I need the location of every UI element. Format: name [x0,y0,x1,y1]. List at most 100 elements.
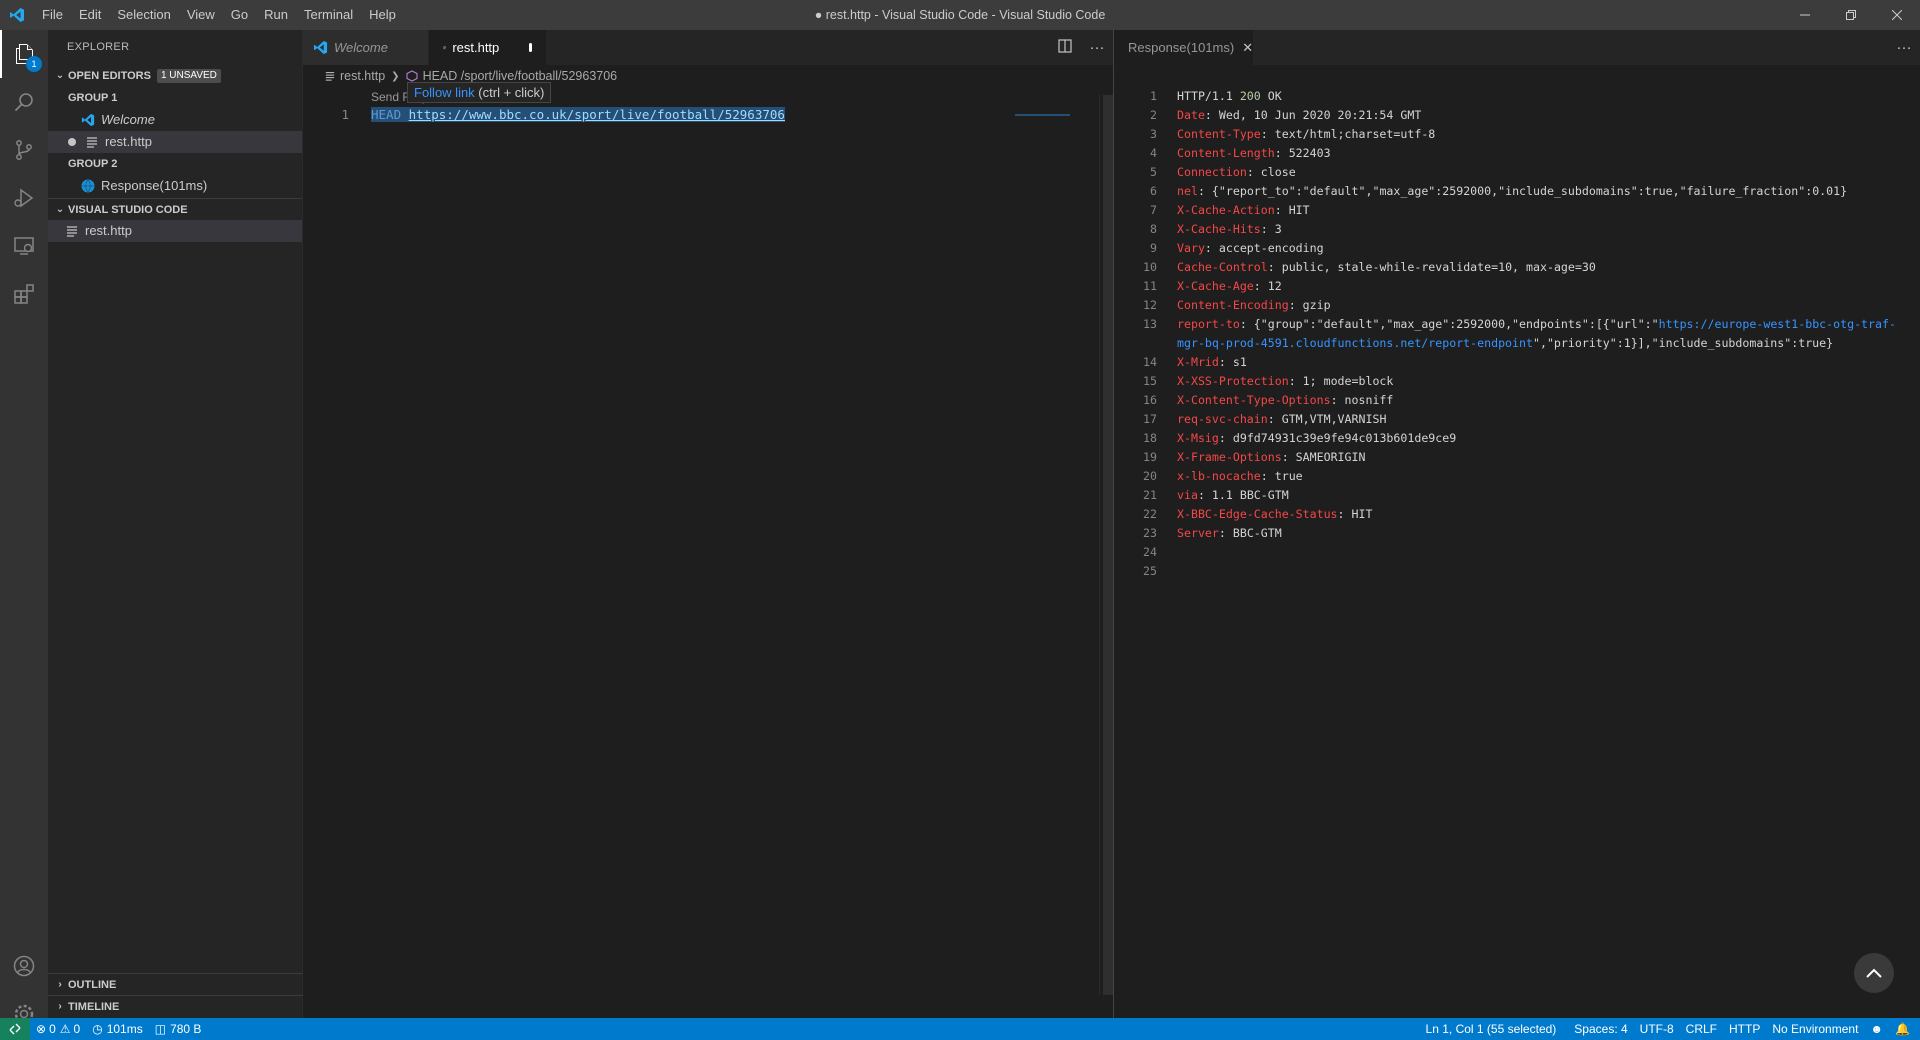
response-line[interactable]: 24 [1114,543,1914,562]
notifications-button[interactable]: 🔔 [1889,1018,1920,1040]
menu-view[interactable]: View [179,0,223,30]
editor-scrollbar[interactable] [1099,95,1113,995]
close-window-button[interactable] [1874,0,1920,30]
remote-explorer-button[interactable] [0,222,48,270]
response-line[interactable]: 9 Vary: accept-encoding [1114,239,1914,258]
tab-response[interactable]: Response(101ms) ✕ [1114,30,1254,65]
editor-group-1: Welcome rest.http ··· rest.http ❯ HEAD /… [303,30,1113,1018]
response-line[interactable]: 4 Content-Length: 522403 [1114,144,1914,163]
chevron-down-icon: ⌄ [55,203,65,215]
header-value: 522403 [1288,146,1331,160]
response-line[interactable]: 12 Content-Encoding: gzip [1114,296,1914,315]
encoding[interactable]: UTF-8 [1634,1018,1680,1040]
menu-selection[interactable]: Selection [109,0,178,30]
search-button[interactable] [0,78,48,126]
response-line[interactable]: 23 Server: BBC-GTM [1114,524,1914,543]
workspace-header[interactable]: ⌄ VISUAL STUDIO CODE [48,198,302,220]
response-line[interactable]: 25 [1114,562,1914,581]
header-value: HIT [1351,507,1373,521]
more-actions-button[interactable]: ··· [1081,39,1113,56]
open-editor-label: Welcome [101,112,155,127]
request-url-link[interactable]: https://www.bbc.co.uk/sport/live/footbal… [408,107,785,122]
response-line[interactable]: 3 Content-Type: text/html;charset=utf-8 [1114,125,1914,144]
source-control-button[interactable] [0,126,48,174]
line-number: 14 [1143,355,1157,369]
menu-run[interactable]: Run [256,0,296,30]
follow-link[interactable]: Follow link [414,85,475,100]
response-line[interactable]: 16 X-Content-Type-Options: nosniff [1114,391,1914,410]
end-of-line[interactable]: CRLF [1680,1018,1723,1040]
extensions-button[interactable] [0,270,48,318]
response-line[interactable]: 10 Cache-Control: public, stale-while-rev… [1114,258,1914,277]
warning-icon: ⚠ [59,1022,71,1036]
code-line[interactable]: 1 HEAD https://www.bbc.co.uk/sport/live/… [303,105,1103,124]
unsaved-dot-icon[interactable] [529,43,532,52]
line-text: Content-Type: text/html;charset=utf-8 [1177,127,1436,141]
breadcrumb-symbol[interactable]: HEAD /sport/live/football/52963706 [423,69,618,83]
response-line[interactable]: 11 X-Cache-Age: 12 [1114,277,1914,296]
explorer-badge: 1 [26,56,42,72]
response-line[interactable]: 17 req-svc-chain: GTM,VTM,VARNISH [1114,410,1914,429]
accounts-button[interactable] [0,942,48,990]
menu-go[interactable]: Go [223,0,256,30]
header-name: X-Frame-Options [1177,450,1282,464]
open-editor-label: Response(101ms) [101,178,208,193]
open-editor-response[interactable]: Response(101ms) [48,175,302,197]
outline-header[interactable]: › OUTLINE [48,974,303,996]
feedback-button[interactable]: ☻ [1864,1018,1889,1040]
explorer-button[interactable]: 1 [0,30,48,78]
more-actions-button[interactable]: ··· [1888,39,1920,56]
workspace-file-rest-http[interactable]: rest.http [48,220,302,242]
problems-indicator[interactable]: ⊗ 0 ⚠ 0 [30,1018,86,1040]
menu-file[interactable]: File [34,0,71,30]
header-name: x-lb-nocache [1177,469,1261,483]
response-line[interactable]: 7 X-Cache-Action: HIT [1114,201,1914,220]
line-text: Date: Wed, 10 Jun 2020 20:21:54 GMT [1177,108,1422,122]
split-editor-button[interactable] [1049,38,1081,57]
header-value: accept-encoding [1218,241,1324,255]
restore-button[interactable] [1828,0,1874,30]
response-line[interactable]: 13 report-to: {"group":"default","max_age… [1114,315,1914,353]
response-line[interactable]: 20 x-lb-nocache: true [1114,467,1914,486]
minimize-button[interactable] [1782,0,1828,30]
language-mode[interactable]: HTTP [1723,1018,1766,1040]
tab-label: Response(101ms) [1128,40,1235,55]
indentation[interactable]: Spaces: 4 [1568,1018,1633,1040]
menu-edit[interactable]: Edit [71,0,109,30]
open-editor-rest-http[interactable]: rest.http [48,131,302,153]
response-line[interactable]: 5 Connection: close [1114,163,1914,182]
cursor-position[interactable]: Ln 1, Col 1 (55 selected) [1420,1018,1563,1040]
menu-help[interactable]: Help [361,0,404,30]
line-text: Server: BBC-GTM [1177,526,1282,540]
response-line[interactable]: 6 nel: {"report_to":"default","max_age":2… [1114,182,1914,201]
scroll-to-top-button[interactable] [1854,953,1894,993]
response-line[interactable]: 1 HTTP/1.1 200 OK [1114,87,1914,106]
run-debug-button[interactable] [0,174,48,222]
response-line[interactable]: 22 X-BBC-Edge-Cache-Status: HIT [1114,505,1914,524]
close-tab-icon[interactable]: ✕ [1242,40,1253,56]
response-content[interactable]: 1 HTTP/1.1 200 OK 2 Date: Wed, 10 Jun 2020 … [1114,87,1914,581]
response-line[interactable]: 21 via: 1.1 BBC-GTM [1114,486,1914,505]
open-editor-welcome[interactable]: Welcome [48,109,302,131]
line-number: 18 [1143,431,1157,445]
response-time[interactable]: ◷ 101ms [86,1018,149,1040]
breadcrumb-file[interactable]: rest.http [340,69,385,83]
line-number: 1 [341,107,349,122]
response-line[interactable]: 15 X-XSS-Protection: 1; mode=block [1114,372,1914,391]
timeline-header[interactable]: › TIMELINE [48,996,303,1018]
response-line[interactable]: 2 Date: Wed, 10 Jun 2020 20:21:54 GMT [1114,106,1914,125]
open-editors-header[interactable]: ⌄ OPEN EDITORS 1 UNSAVED [48,65,302,87]
menu-terminal[interactable]: Terminal [296,0,361,30]
response-line[interactable]: 8 X-Cache-Hits: 3 [1114,220,1914,239]
remote-indicator[interactable] [0,1018,30,1040]
tab-welcome[interactable]: Welcome [303,30,429,65]
response-line[interactable]: 18 X-Msig: d9fd74931c39e9fe94c013b601de9c… [1114,429,1914,448]
header-name: X-XSS-Protection [1177,374,1289,388]
response-line[interactable]: 19 X-Frame-Options: SAMEORIGIN [1114,448,1914,467]
scrollbar-thumb[interactable] [1103,95,1113,995]
response-line[interactable]: 14 X-Mrid: s1 [1114,353,1914,372]
environment-selector[interactable]: No Environment [1766,1018,1864,1040]
response-size[interactable]: ◫ 780 B [149,1018,208,1040]
tab-rest-http[interactable]: rest.http [429,30,547,65]
search-icon [14,93,33,112]
